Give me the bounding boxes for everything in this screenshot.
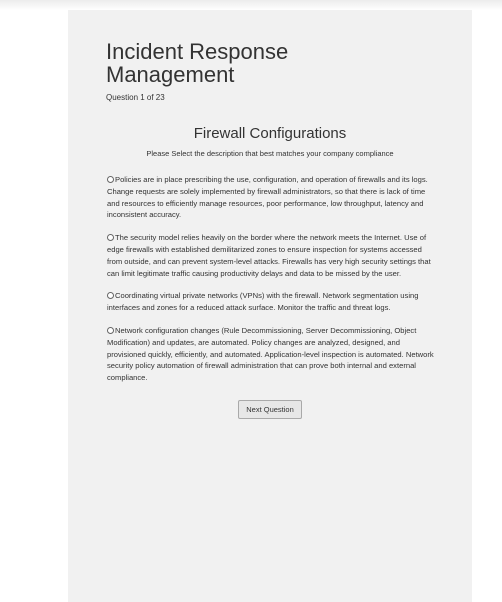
page-top-shadow: [0, 0, 502, 10]
radio-button[interactable]: [107, 292, 114, 300]
answer-option-label: Coordinating virtual private networks (V…: [107, 291, 419, 313]
radio-button[interactable]: [107, 326, 114, 334]
radio-button[interactable]: [107, 176, 114, 183]
answer-option-2[interactable]: The security model relies heavily on the…: [107, 232, 434, 279]
answer-option-4[interactable]: Network configuration changes (Rule Deco…: [107, 325, 434, 384]
question-counter: Question 1 of 23: [106, 93, 165, 102]
page-title: Incident Response Management: [106, 39, 289, 87]
button-row: Next Question: [106, 399, 434, 419]
question-title: Firewall Configurations: [193, 125, 347, 142]
answer-options: Policies are in place prescribing the us…: [106, 174, 434, 384]
radio-button[interactable]: [107, 234, 114, 242]
question-instruction: Please Select the description that best …: [146, 149, 394, 158]
answer-option-3[interactable]: Coordinating virtual private networks (V…: [107, 290, 434, 314]
answer-option-label: Policies are in place prescribing the us…: [107, 175, 428, 220]
survey-card: Incident Response Management Question 1 …: [68, 10, 472, 602]
answer-option-1[interactable]: Policies are in place prescribing the us…: [107, 174, 434, 221]
answer-option-label: The security model relies heavily on the…: [107, 233, 431, 278]
next-question-button[interactable]: Next Question: [238, 399, 302, 419]
answer-option-label: Network configuration changes (Rule Deco…: [107, 325, 434, 383]
